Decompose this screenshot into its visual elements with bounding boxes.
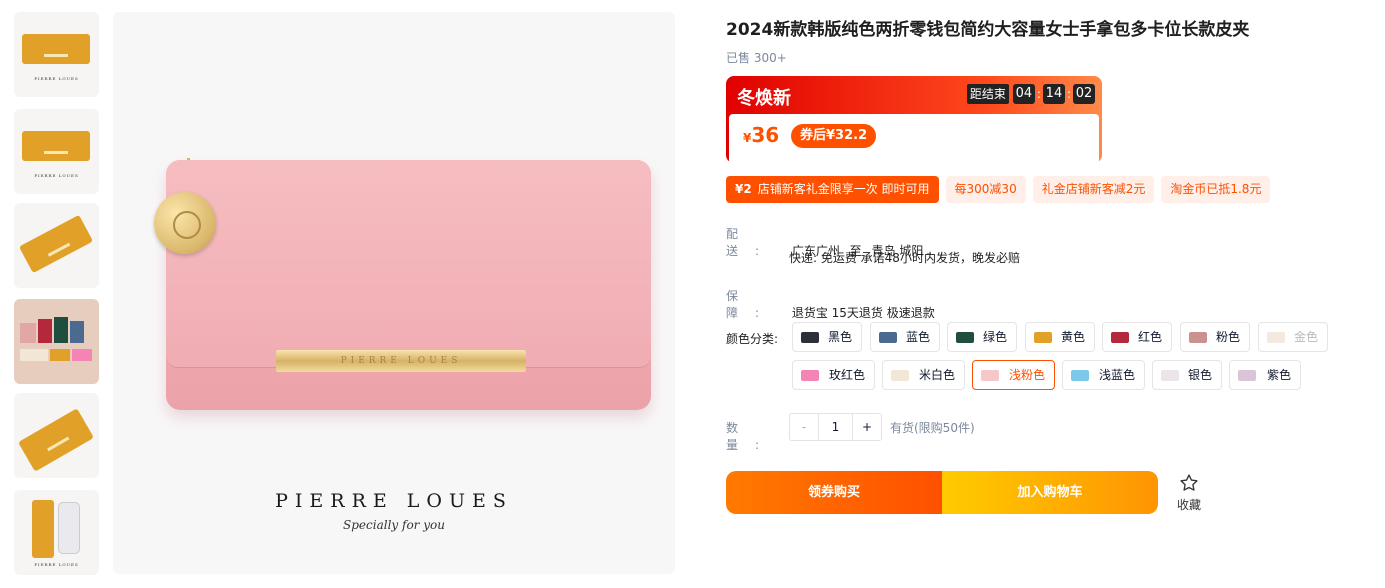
colors-label: 颜色分类: xyxy=(726,332,779,346)
promo-label: 冬焕新 xyxy=(737,88,791,109)
sold-count: 已售 300+ xyxy=(726,51,787,65)
favorite-label: 收藏 xyxy=(1176,498,1201,512)
color-option-rose[interactable]: 玫红色 xyxy=(792,360,875,390)
coupon-price-badge: 券后¥32.2 xyxy=(791,124,877,148)
thumbnail-4[interactable] xyxy=(14,299,99,384)
color-option-gold[interactable]: 金色 xyxy=(1258,322,1328,352)
color-option-red[interactable]: 红色 xyxy=(1102,322,1172,352)
main-product-image: PIERRE LOUES PIERRE LOUES Specially for … xyxy=(113,12,675,574)
countdown-hours: 04 xyxy=(1012,84,1035,104)
quantity-stepper: - 1 + xyxy=(789,413,882,441)
thumbnail-brand: PIERRE LOUES xyxy=(34,562,79,567)
shipping-detail: 快递: 免运费 承诺48小时内发货，晚发必赔 xyxy=(789,251,1020,265)
thumbnail-6[interactable]: PIERRE LOUES xyxy=(14,490,99,575)
countdown-seconds: 02 xyxy=(1073,84,1095,104)
color-option-beige[interactable]: 米白色 xyxy=(882,360,965,390)
coin-tag[interactable]: 淘金币已抵1.8元 xyxy=(1161,176,1271,203)
zipper-pull-coin xyxy=(154,192,216,254)
quantity-plus-button[interactable]: + xyxy=(853,414,881,440)
gift-tag[interactable]: 礼金店铺新客减2元 xyxy=(1032,176,1155,203)
brand-tagline: Specially for you xyxy=(343,518,445,532)
color-option-black[interactable]: 黑色 xyxy=(792,322,862,352)
wallet-bar-text: PIERRE LOUES xyxy=(340,356,462,366)
star-icon xyxy=(1180,474,1198,491)
wallet-image: PIERRE LOUES xyxy=(166,160,651,410)
countdown-label: 距结束 xyxy=(966,84,1009,104)
thumbnail-5[interactable] xyxy=(14,393,99,478)
promo-panel: 冬焕新 距结束 04 : 14 : 02 ¥36 券后¥32.2 xyxy=(726,76,1102,164)
color-option-pink[interactable]: 粉色 xyxy=(1180,322,1250,352)
color-option-purple[interactable]: 紫色 xyxy=(1229,360,1301,390)
discount-tag[interactable]: 每300减30 xyxy=(945,176,1026,203)
action-buttons: 领券购买 加入购物车 xyxy=(726,471,1158,514)
new-customer-coupon-tag[interactable]: ¥2 店铺新客礼金限享一次 即时可用 xyxy=(726,176,939,203)
buy-with-coupon-button[interactable]: 领券购买 xyxy=(726,471,942,514)
quantity-label: 数量: xyxy=(726,421,777,452)
product-title: 2024新款韩版纯色两折零钱包简约大容量女士手拿包多卡位长款皮夹 xyxy=(726,20,1250,40)
thumbnail-3[interactable] xyxy=(14,203,99,288)
thumbnail-brand: PIERRE LOUES xyxy=(34,173,79,178)
color-option-light-blue[interactable]: 浅蓝色 xyxy=(1062,360,1145,390)
stock-status: 有货(限购50件) xyxy=(890,421,975,435)
quantity-input[interactable]: 1 xyxy=(818,414,853,440)
guarantee-label: 保障: xyxy=(726,289,777,320)
countdown-minutes: 14 xyxy=(1042,84,1065,104)
promo-tags: ¥2 店铺新客礼金限享一次 即时可用 每300减30 礼金店铺新客减2元 淘金币已… xyxy=(726,176,1271,203)
color-option-blue[interactable]: 蓝色 xyxy=(870,322,940,352)
color-option-silver[interactable]: 银色 xyxy=(1152,360,1222,390)
color-option-green[interactable]: 绿色 xyxy=(947,322,1017,352)
countdown: 距结束 04 : 14 : 02 xyxy=(966,84,1095,104)
price: ¥36 xyxy=(743,123,780,147)
color-option-yellow[interactable]: 黄色 xyxy=(1025,322,1095,352)
add-to-cart-button[interactable]: 加入购物车 xyxy=(942,471,1158,514)
brand-logo-text: PIERRE LOUES xyxy=(275,490,513,512)
wallet-bar: PIERRE LOUES xyxy=(276,350,526,372)
thumbnail-1[interactable]: PIERRE LOUES xyxy=(14,12,99,97)
favorite-button[interactable]: 收藏 xyxy=(1174,473,1204,513)
guarantee-row: 保障: 退货宝 15天退货 极速退款 xyxy=(726,287,935,321)
thumbnail-brand: PIERRE LOUES xyxy=(34,76,79,81)
thumbnail-2[interactable]: PIERRE LOUES xyxy=(14,109,99,194)
wallet-flap xyxy=(166,160,651,368)
quantity-row: 数量: xyxy=(726,419,786,453)
quantity-minus-button[interactable]: - xyxy=(790,414,818,440)
shipping-label: 配送: xyxy=(726,227,777,258)
color-option-light-pink[interactable]: 浅粉色 xyxy=(972,360,1055,390)
guarantee-text: 退货宝 15天退货 极速退款 xyxy=(791,306,935,320)
